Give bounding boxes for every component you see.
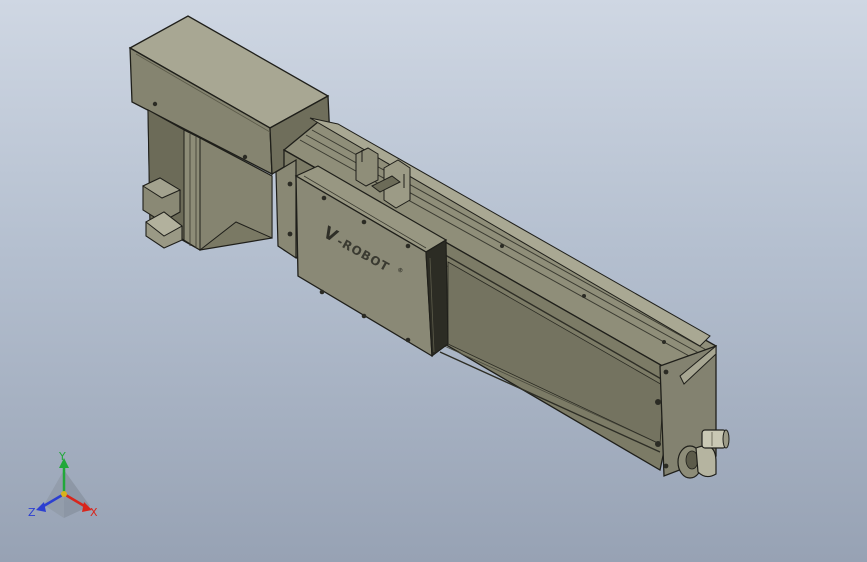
y-axis-label: Y [58, 450, 66, 463]
cad-graphics-area[interactable]: V -ROBOT ® Y X Z [0, 0, 867, 562]
x-axis-label: X [90, 506, 98, 519]
orientation-triad[interactable]: Y X Z [28, 450, 98, 519]
actuator-left-plate [275, 158, 297, 260]
z-axis-label: Z [28, 506, 36, 519]
